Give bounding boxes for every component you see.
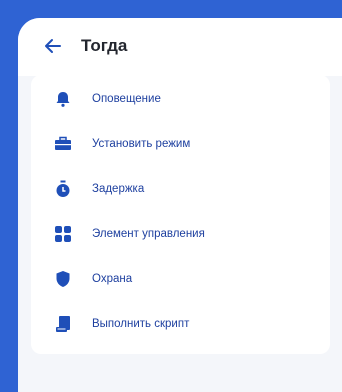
script-icon <box>56 316 70 332</box>
action-item-label: Оповещение <box>92 93 161 105</box>
action-item-set-mode[interactable]: Установить режим <box>31 124 330 164</box>
action-item-notification[interactable]: Оповещение <box>31 79 330 119</box>
back-arrow-icon[interactable] <box>42 35 64 57</box>
shield-icon <box>56 271 70 287</box>
timer-icon <box>56 180 70 197</box>
page-title: Тогда <box>81 36 128 55</box>
screen: Тогда Оповещение Установить режим Задерж… <box>18 18 342 392</box>
action-item-label: Установить режим <box>92 138 191 150</box>
header: Тогда <box>18 18 342 76</box>
action-item-control-element[interactable]: Элемент управления <box>31 214 330 254</box>
action-item-label: Охрана <box>92 273 133 285</box>
action-item-delay[interactable]: Задержка <box>31 169 330 209</box>
action-item-label: Элемент управления <box>92 228 205 240</box>
bell-icon <box>56 92 70 107</box>
action-item-run-script[interactable]: Выполнить скрипт <box>31 304 330 344</box>
control-grid-icon <box>55 226 71 242</box>
action-item-label: Задержка <box>92 183 145 195</box>
action-item-security[interactable]: Охрана <box>31 259 330 299</box>
action-item-label: Выполнить скрипт <box>92 318 190 330</box>
action-list-card: Оповещение Установить режим Задержка Эле… <box>31 75 330 354</box>
briefcase-icon <box>55 136 71 150</box>
